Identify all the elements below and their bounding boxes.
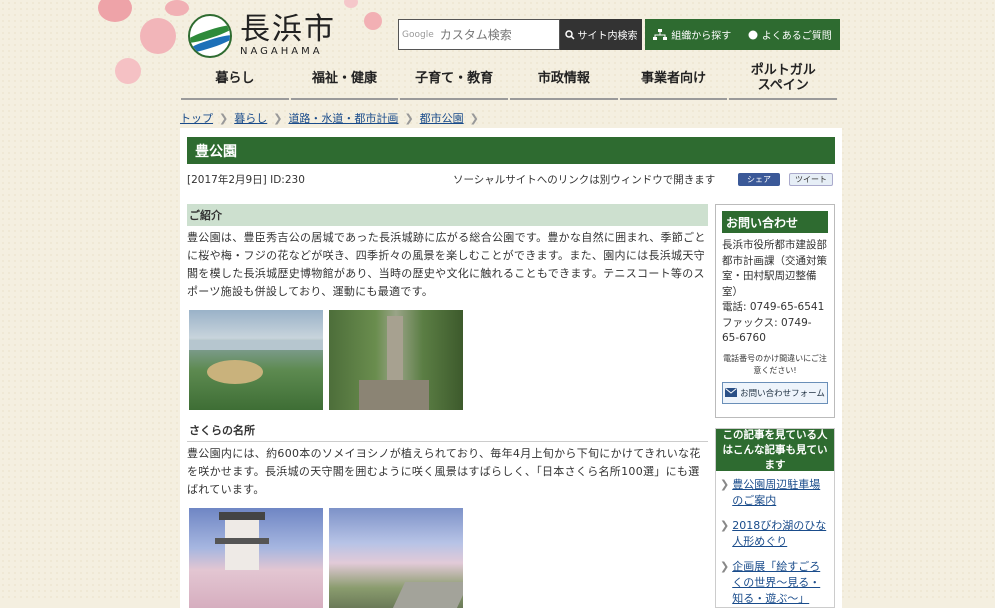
- blossom-decoration: [140, 18, 176, 54]
- breadcrumb-roads[interactable]: 道路・水道・都市計画: [288, 110, 398, 126]
- chevron-right-icon: ❯: [469, 111, 479, 125]
- search-button[interactable]: サイト内検索: [560, 19, 642, 50]
- blossom-decoration: [115, 58, 141, 84]
- stone-monument-photo[interactable]: [329, 310, 463, 410]
- breadcrumb-top[interactable]: トップ: [180, 110, 213, 126]
- inquiry-box: お問い合わせ 長浜市役所都市建設部都市計画課（交通対策室・田村駅周辺整備室） 電…: [715, 204, 835, 418]
- sakura-path-photo[interactable]: [329, 508, 463, 608]
- inquiry-tel: 電話: 0749-65-6541: [722, 301, 825, 313]
- nav-item-city-info[interactable]: 市政情報: [510, 60, 618, 100]
- inquiry-note: 電話番号のかけ間違いにご注意ください!: [723, 353, 827, 375]
- content-panel: 豊公園 [2017年2月9日] ID:230 ソーシャルサイトへのリンクは別ウィ…: [180, 128, 842, 608]
- google-brand: Google: [402, 29, 434, 40]
- faq-bubble-icon: [748, 30, 758, 39]
- faq-label: よくあるご質問: [761, 31, 832, 42]
- utility-bar: 組織から探す よくあるご質問: [645, 19, 840, 50]
- nav-item-business[interactable]: 事業者向け: [619, 60, 728, 100]
- social-note: ソーシャルサイトへのリンクは別ウィンドウで開きます: [453, 174, 716, 186]
- section-text-intro: 豊公園は、豊臣秀吉公の居城であった長浜城跡に広がる総合公園です。豊かな自然に囲ま…: [187, 231, 706, 298]
- nav-item-childcare[interactable]: 子育て・教育: [400, 60, 509, 100]
- section-heading-sakura: さくらの名所: [187, 420, 708, 442]
- inquiry-body: 長浜市役所都市建設部都市計画課（交通対策室・田村駅周辺整備室） 電話: 0749…: [722, 238, 828, 347]
- chevron-right-icon: ❯: [404, 111, 414, 125]
- breadcrumb-kurashi[interactable]: 暮らし: [234, 110, 267, 126]
- city-emblem-icon: [188, 14, 232, 58]
- site-logo[interactable]: 長浜市 NAGAHAMA: [188, 14, 336, 58]
- article-meta: [2017年2月9日] ID:230: [187, 174, 305, 186]
- logo-kanji: 長浜市: [240, 12, 336, 47]
- related-link[interactable]: 豊公園周辺駐車場のご案内: [732, 477, 830, 509]
- org-search-label: 組織から探す: [671, 31, 732, 42]
- chevron-right-icon: ❯: [219, 111, 229, 125]
- photo-row: [189, 310, 708, 410]
- search-box: Google: [398, 19, 560, 50]
- facebook-share-button[interactable]: シェア: [738, 173, 780, 186]
- inquiry-dept: 長浜市役所都市建設部都市計画課（交通対策室・田村駅周辺整備室）: [722, 239, 827, 298]
- nav-item-portuguese-spanish[interactable]: ポルトガル スペイン: [729, 60, 838, 100]
- org-chart-icon: [653, 28, 668, 40]
- twitter-tweet-button[interactable]: ツイート: [789, 173, 833, 186]
- list-item: ❯ 企画展「絵すごろくの世界～見る・知る・遊ぶ～」: [720, 559, 830, 607]
- chevron-right-icon: ❯: [273, 111, 283, 125]
- mail-icon: [725, 388, 738, 397]
- inquiry-title: お問い合わせ: [722, 211, 828, 233]
- blossom-decoration: [165, 0, 189, 16]
- related-link[interactable]: 企画展「絵すごろくの世界～見る・知る・遊ぶ～」: [732, 559, 830, 607]
- castle-sakura-photo[interactable]: [189, 508, 323, 608]
- blossom-decoration: [364, 12, 382, 30]
- chevron-right-icon: ❯: [720, 560, 730, 573]
- park-aerial-photo[interactable]: [189, 310, 323, 410]
- inquiry-form-button[interactable]: お問い合わせフォーム: [722, 381, 828, 404]
- logo-roman: NAGAHAMA: [240, 46, 323, 57]
- chevron-right-icon: ❯: [720, 478, 730, 491]
- list-item: ❯ 豊公園周辺駐車場のご案内: [720, 477, 830, 509]
- nav-item-kurashi[interactable]: 暮らし: [181, 60, 289, 100]
- related-link[interactable]: 2018びわ湖のひな人形めぐり: [732, 518, 830, 550]
- main-article: ご紹介 豊公園は、豊臣秀吉公の居城であった長浜城跡に広がる総合公園です。豊かな自…: [187, 204, 708, 608]
- photo-row: [189, 508, 708, 608]
- search-input[interactable]: [437, 26, 560, 43]
- page-title: 豊公園: [187, 137, 835, 164]
- list-item: ❯ 2018びわ湖のひな人形めぐり: [720, 518, 830, 550]
- inquiry-fax: ファックス: 0749-65-6760: [722, 316, 812, 345]
- section-text-sakura: 豊公園内には、約600本のソメイヨシノが植えられており、毎年4月上旬から下旬にか…: [187, 447, 701, 496]
- site-search: Google サイト内検索: [398, 19, 642, 50]
- breadcrumb: トップ ❯ 暮らし ❯ 道路・水道・都市計画 ❯ 都市公園 ❯: [180, 110, 479, 126]
- global-nav: 暮らし 福祉・健康 子育て・教育 市政情報 事業者向け ポルトガル スペイン: [180, 60, 838, 100]
- faq-link[interactable]: よくあるご質問: [748, 27, 832, 42]
- inquiry-form-label: お問い合わせフォーム: [740, 388, 825, 399]
- related-title: この記事を見ている人はこんな記事も見ています: [716, 429, 834, 471]
- chevron-right-icon: ❯: [720, 519, 730, 532]
- related-list: ❯ 豊公園周辺駐車場のご案内 ❯ 2018びわ湖のひな人形めぐり ❯ 企画展「絵…: [720, 477, 830, 607]
- org-search-link[interactable]: 組織から探す: [653, 27, 731, 42]
- related-articles: この記事を見ている人はこんな記事も見ています ❯ 豊公園周辺駐車場のご案内 ❯ …: [715, 428, 835, 608]
- search-icon: [564, 29, 575, 40]
- section-heading-intro: ご紹介: [187, 204, 708, 226]
- breadcrumb-parks[interactable]: 都市公園: [420, 110, 464, 126]
- search-button-label: サイト内検索: [577, 31, 638, 42]
- nav-item-welfare[interactable]: 福祉・健康: [290, 60, 399, 100]
